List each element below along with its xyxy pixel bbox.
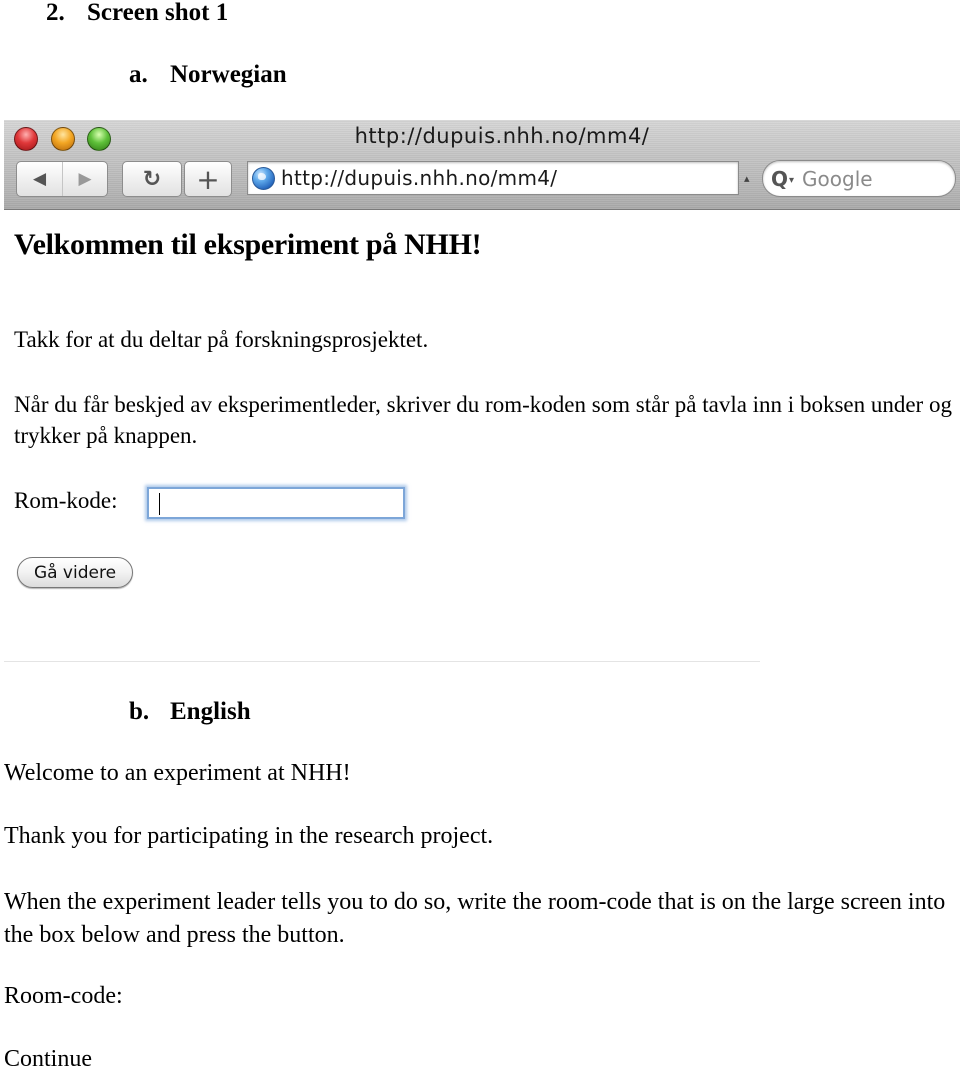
globe-icon (252, 166, 275, 190)
back-button[interactable]: ◀ (17, 162, 62, 196)
room-code-input[interactable] (147, 487, 405, 519)
search-icon: Q (771, 166, 789, 191)
section-number: 2. (46, 0, 65, 26)
norwegian-heading: a. Norwegian (129, 62, 287, 87)
forward-arrow-icon: ▶ (78, 169, 92, 189)
divider (4, 661, 760, 662)
english-number: b. (129, 698, 150, 725)
continue-button[interactable]: Gå videre (17, 557, 133, 588)
page-title: Velkommen til eksperiment på NHH! (14, 228, 482, 261)
search-placeholder: Google (802, 166, 873, 191)
address-history-arrow-icon[interactable]: ▴ (744, 172, 750, 185)
window-title: http://dupuis.nhh.no/mm4/ (354, 124, 650, 148)
plus-icon: + (196, 162, 220, 196)
instructions-paragraph: Når du får beskjed av eksperimentleder, … (14, 392, 952, 448)
section-title: Screen shot 1 (87, 0, 229, 26)
norwegian-number: a. (129, 61, 148, 88)
english-title: English (170, 698, 251, 725)
english-heading: b. English (129, 699, 251, 724)
back-arrow-icon: ◀ (32, 169, 47, 189)
reload-icon: ↻ (142, 166, 162, 192)
english-thanks-paragraph: Thank you for participating in the resea… (4, 823, 494, 849)
browser-screenshot: http://dupuis.nhh.no/mm4/ ◀ ▶ ↻ + http:/… (4, 120, 960, 660)
english-room-code-label: Room-code: (4, 983, 123, 1009)
search-menu-icon[interactable]: ▾ (789, 175, 794, 186)
browser-toolbar: http://dupuis.nhh.no/mm4/ ◀ ▶ ↻ + http:/… (4, 120, 960, 210)
text-cursor (159, 493, 160, 515)
address-bar[interactable]: http://dupuis.nhh.no/mm4/ (247, 161, 739, 195)
thanks-paragraph: Takk for at du deltar på forskningsprosj… (14, 327, 429, 352)
search-field[interactable]: Q ▾ Google (762, 160, 956, 197)
reload-button[interactable]: ↻ (122, 161, 182, 197)
norwegian-title: Norwegian (170, 61, 287, 88)
forward-button[interactable]: ▶ (62, 162, 107, 196)
section-heading: 2. Screen shot 1 (46, 0, 228, 25)
english-instructions-paragraph: When the experiment leader tells you to … (4, 889, 946, 948)
english-page-title: Welcome to an experiment at NHH! (4, 760, 351, 786)
room-code-label: Rom-kode: (14, 488, 118, 513)
english-continue-label: Continue (4, 1046, 92, 1071)
back-forward-buttons: ◀ ▶ (16, 161, 108, 197)
address-bar-url[interactable]: http://dupuis.nhh.no/mm4/ (281, 166, 557, 190)
add-bookmark-button[interactable]: + (184, 161, 232, 197)
